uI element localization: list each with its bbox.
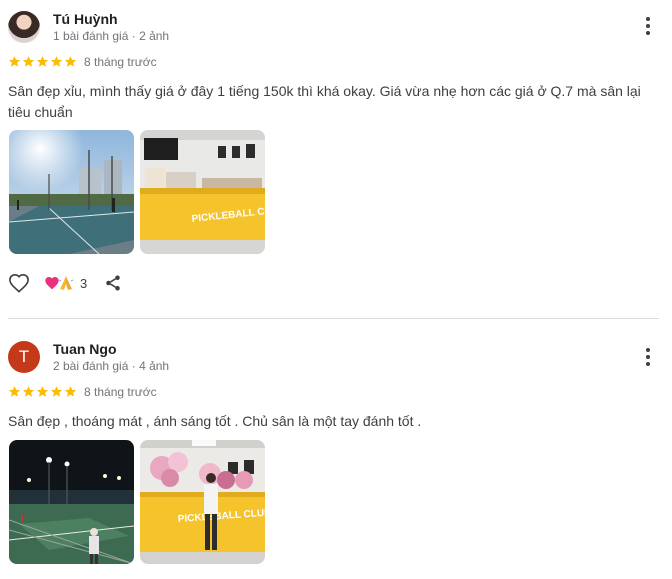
club-counter-image: PICKLEBALL CLUB: [140, 130, 265, 254]
star-rating: [8, 385, 77, 399]
star-icon: [36, 386, 49, 397]
star-icon: [8, 56, 21, 67]
star-icon: [50, 386, 63, 397]
star-rating: [8, 55, 77, 69]
reaction-count: 3: [80, 276, 88, 291]
divider: [8, 318, 659, 319]
share-icon[interactable]: [104, 274, 122, 292]
review-text: Sân đẹp xỉu, mình thấy giá ở đây 1 tiếng…: [8, 83, 641, 120]
review-photo[interactable]: [9, 440, 134, 564]
review-card: Tú Huỳnh 1 bài đánh giá · 2 ảnh 8 tháng …: [0, 0, 672, 319]
reviewer-meta: 1 bài đánh giá · 2 ảnh: [53, 29, 170, 43]
review-photo[interactable]: PICKLEBALL CLUB: [140, 130, 265, 254]
more-options-icon[interactable]: [638, 14, 658, 38]
star-icon: [8, 386, 21, 397]
review-time: 8 tháng trước: [84, 385, 157, 399]
star-icon: [22, 386, 35, 397]
avatar[interactable]: [8, 11, 40, 43]
star-icon: [64, 56, 77, 67]
review-photo[interactable]: PICKLEBALL CLUB: [140, 440, 265, 564]
star-icon: [64, 386, 77, 397]
reviewer-name[interactable]: Tuan Ngo: [53, 341, 117, 357]
review-card: T Tuan Ngo 2 bài đánh giá · 4 ảnh 8 thán…: [0, 330, 672, 579]
night-courts-image: [9, 440, 134, 564]
courts-daylight-image: [9, 130, 134, 254]
club-counter-flowers-image: PICKLEBALL CLUB: [140, 440, 265, 564]
review-actions: 3: [8, 272, 208, 296]
star-icon: [50, 56, 63, 67]
praying-hands-emoji-icon: [58, 276, 74, 290]
star-icon: [36, 56, 49, 67]
more-options-icon[interactable]: [638, 345, 658, 369]
heart-outline-icon[interactable]: [8, 273, 30, 293]
review-text: Sân đẹp , thoáng mát , ánh sáng tốt . Ch…: [8, 413, 422, 429]
reviewer-meta: 2 bài đánh giá · 4 ảnh: [53, 359, 170, 373]
reviewer-name[interactable]: Tú Huỳnh: [53, 11, 118, 27]
avatar[interactable]: T: [8, 341, 40, 373]
review-time: 8 tháng trước: [84, 55, 157, 69]
review-photo[interactable]: [9, 130, 134, 254]
star-icon: [22, 56, 35, 67]
